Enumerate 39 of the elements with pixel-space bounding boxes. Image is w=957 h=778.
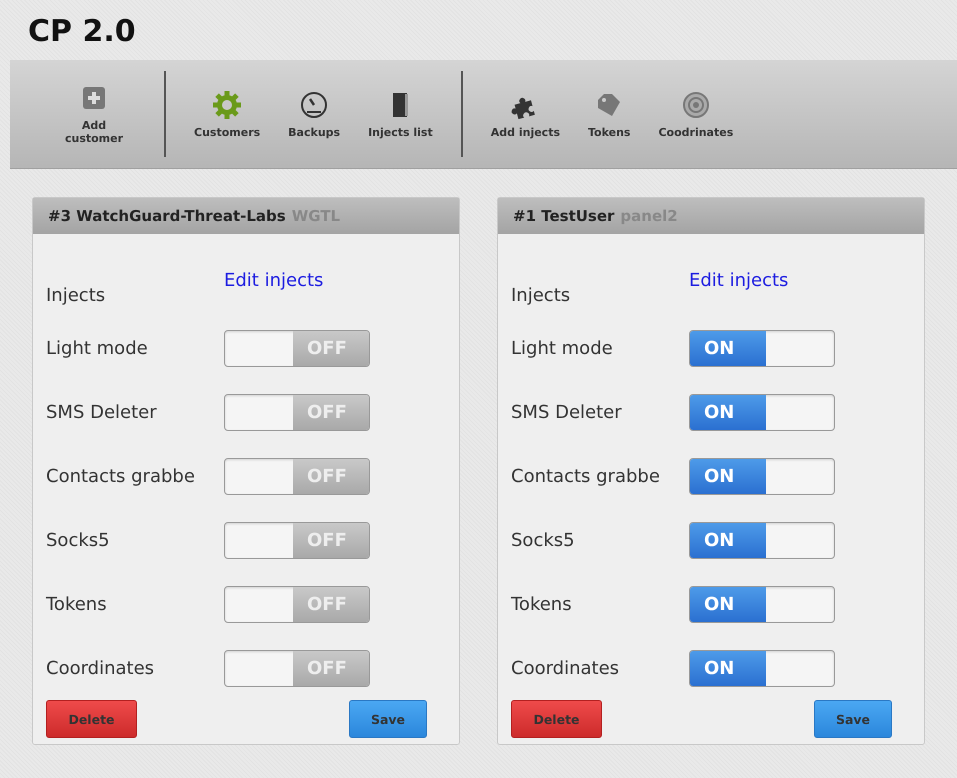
toggle-switch[interactable]: ON	[689, 522, 835, 558]
delete-button[interactable]: Delete	[511, 700, 602, 738]
toggle-switch[interactable]: ON	[689, 458, 835, 494]
setting-label: Tokens	[511, 594, 573, 614]
setting-label: SMS Deleter	[46, 402, 158, 422]
setting-label: Contacts grabbe	[511, 466, 661, 486]
panel-title: #1 TestUser	[513, 207, 614, 225]
delete-button[interactable]: Delete	[46, 700, 137, 738]
toggle-switch[interactable]: ON	[689, 650, 835, 686]
toolbar-button[interactable]: Add customer	[38, 83, 150, 145]
toggle-switch[interactable]: ON	[689, 330, 835, 366]
setting-label: Light mode	[46, 338, 149, 358]
gauge-icon	[299, 90, 330, 120]
edit-injects-link[interactable]: Edit injects	[224, 270, 324, 291]
setting-label: Coordinates	[46, 658, 156, 678]
save-button[interactable]: Save	[349, 700, 427, 738]
app-title: CP 2.0	[27, 13, 137, 51]
setting-label: Coordinates	[511, 658, 620, 678]
panel-title: #3 WatchGuard-Threat-Labs	[48, 207, 286, 225]
target-icon	[680, 90, 711, 120]
setting-label: Socks5	[511, 530, 576, 550]
setting-label: Injects	[46, 285, 106, 306]
setting-label: Tokens	[46, 594, 108, 614]
toolbar-button[interactable]: Customers	[180, 90, 274, 138]
setting-label: Socks5	[46, 530, 111, 550]
toolbar-button[interactable]: Coodrinates	[644, 90, 748, 138]
toolbar-button[interactable]: Add injects	[476, 90, 574, 138]
gear-icon	[212, 90, 242, 120]
toolbar-button[interactable]: Backups	[274, 90, 354, 138]
toolbar-button[interactable]: Tokens	[574, 90, 644, 138]
setting-label: Light mode	[511, 338, 614, 358]
setting-label: SMS Deleter	[511, 402, 623, 422]
toolbar-button[interactable]: Injects list	[354, 90, 447, 138]
edit-injects-link[interactable]: Edit injects	[689, 270, 788, 291]
toggle-switch[interactable]: ON	[689, 394, 835, 430]
save-button[interactable]: Save	[814, 700, 892, 738]
toggle-switch[interactable]: ON	[689, 586, 835, 622]
setting-label: Injects	[511, 285, 572, 306]
setting-label: Contacts grabbe	[46, 466, 196, 486]
